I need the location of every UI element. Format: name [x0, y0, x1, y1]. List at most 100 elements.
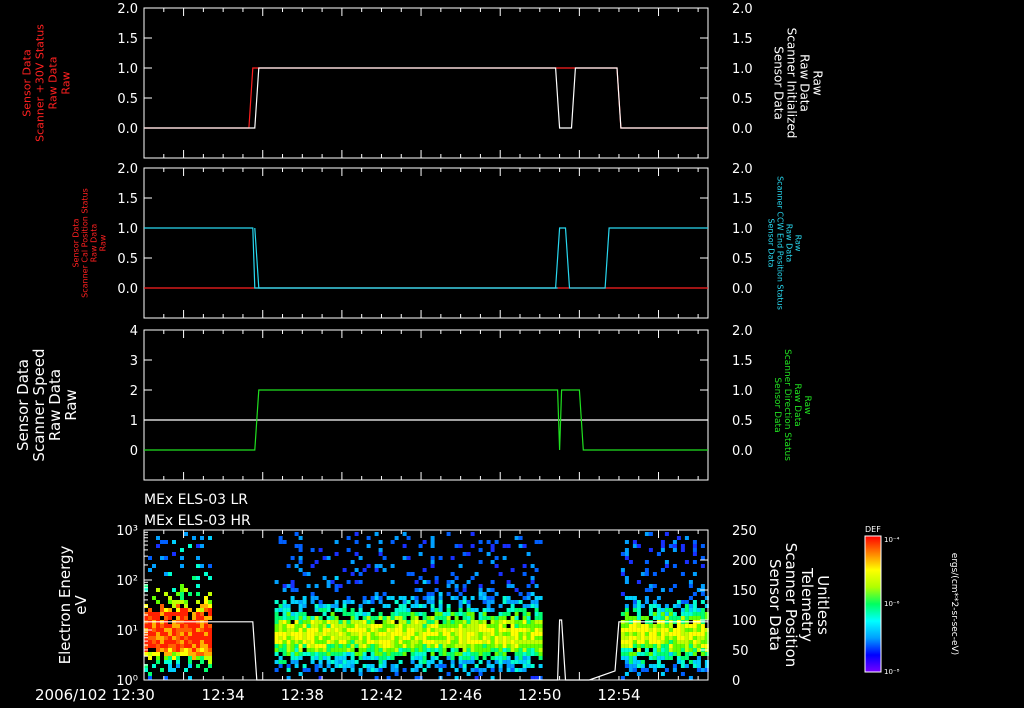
spectrogram-cell — [462, 596, 467, 600]
spectrogram-cell — [180, 624, 184, 628]
spectrogram-cell — [346, 660, 351, 664]
spectrogram-cell — [482, 632, 487, 636]
spectrogram-cell — [700, 616, 705, 620]
spectrogram-cell — [530, 580, 535, 584]
time-tick-label: 12:34 — [202, 686, 245, 704]
spectrogram-cell — [530, 664, 535, 668]
spectrogram-cell — [414, 604, 419, 608]
right-tick-label: 1.0 — [732, 222, 753, 237]
spectrogram-cell — [200, 652, 204, 656]
spectrogram-cell — [204, 644, 208, 648]
spectrogram-cell — [426, 592, 431, 596]
spectrogram-cell — [506, 620, 511, 624]
spectrogram-cell — [676, 628, 681, 632]
spectrogram-cell — [454, 628, 459, 632]
spectrogram-cell — [208, 592, 212, 596]
spectrogram-cell — [454, 616, 459, 620]
spectrogram-cell — [490, 664, 495, 668]
spectrogram-cell — [410, 652, 415, 656]
spectrogram-cell — [418, 660, 423, 664]
spectrogram-cell — [470, 544, 475, 548]
spectrogram-cell — [286, 640, 291, 644]
spectrogram-cell — [164, 676, 168, 680]
spectrogram-cell — [672, 632, 677, 636]
spectrogram-cell — [378, 648, 383, 652]
spectrogram-cell — [526, 660, 531, 664]
spectrogram-cell — [184, 612, 188, 616]
spectrogram-cell — [644, 572, 649, 576]
spectrogram-cell — [318, 620, 323, 624]
spectrogram-cell — [342, 612, 347, 616]
spectrogram-cell — [282, 612, 287, 616]
spectrogram-cell — [382, 628, 387, 632]
spectrogram-cell — [474, 620, 479, 624]
left-tick-label: 1.5 — [117, 192, 138, 207]
spectrogram-cell — [656, 632, 661, 636]
spectrogram-cell — [338, 628, 343, 632]
spectrogram-cell — [446, 628, 451, 632]
spectrogram-cell — [526, 604, 531, 608]
spectrogram-cell — [200, 624, 204, 628]
spectrogram-cell — [338, 640, 343, 644]
spectrogram-cell — [156, 636, 160, 640]
spectrogram-cell — [676, 624, 681, 628]
spectrogram-cell — [208, 564, 212, 568]
spectrogram-cell — [538, 628, 543, 632]
spectrogram-cell — [526, 616, 531, 620]
spectrogram-cell — [148, 640, 152, 644]
spectrogram-cell — [314, 604, 319, 608]
spectrogram-cell — [144, 624, 148, 628]
spectrogram-cell — [196, 644, 200, 648]
spectrogram-cell — [394, 624, 399, 628]
spectrogram-cell — [290, 588, 295, 592]
left-axis-label-line: Scanner Cal Position Status — [81, 188, 90, 298]
spectrogram-cell — [192, 656, 196, 660]
spectrogram-cell — [374, 668, 379, 672]
spectrogram-cell — [200, 612, 204, 616]
spectrogram-cell — [656, 644, 661, 648]
spectrogram-cell — [176, 648, 180, 652]
spectrogram-cell — [636, 612, 641, 616]
spectrogram-cell — [632, 604, 637, 608]
spectrogram-cell — [656, 656, 661, 660]
spectrogram-cell — [510, 648, 515, 652]
spectrogram-cell — [342, 568, 347, 572]
spectrogram-cell — [290, 660, 295, 664]
spectrogram-cell — [534, 652, 539, 656]
spectrogram-cell — [168, 628, 172, 632]
spectrogram-cell — [534, 568, 539, 572]
spectrogram-cell — [168, 640, 172, 644]
spectrogram-cell — [490, 620, 495, 624]
spectrogram-cell — [668, 648, 673, 652]
spectrogram-cell — [490, 548, 495, 552]
spectrogram-cell — [430, 628, 435, 632]
spectrogram-cell — [176, 616, 180, 620]
spectrogram-cell — [462, 660, 467, 664]
spectrogram-cell — [370, 668, 375, 672]
spectrogram-cell — [522, 544, 527, 548]
right-tick-label: 0.0 — [732, 444, 753, 459]
spectrogram-cell — [334, 584, 339, 588]
spectrogram-cell — [290, 580, 295, 584]
spectrogram-cell — [318, 660, 323, 664]
spectrogram-cell — [290, 640, 295, 644]
spectrogram-cell — [354, 644, 359, 648]
spectrogram-cell — [160, 612, 164, 616]
colorbar-title: DEF — [865, 525, 881, 534]
colorbar-tick-mid: 10⁻⁶ — [884, 600, 900, 608]
spectrogram-cell — [518, 608, 523, 612]
spectrogram-cell — [624, 640, 629, 644]
spectrogram-cell — [378, 552, 383, 556]
spectrogram-cell — [628, 664, 633, 668]
spectrogram-cell — [394, 644, 399, 648]
spectrogram-cell — [318, 628, 323, 632]
spectrogram-cell — [644, 616, 649, 620]
spectrogram-cell — [168, 600, 172, 604]
spectrogram-cell — [700, 668, 705, 672]
spectrogram-cell — [688, 628, 693, 632]
spectrogram-cell — [652, 664, 657, 668]
spectrogram-cell — [314, 652, 319, 656]
spectrogram-cell — [648, 532, 653, 536]
spectrogram-cell — [282, 608, 287, 612]
spectrogram-cell — [632, 608, 637, 612]
